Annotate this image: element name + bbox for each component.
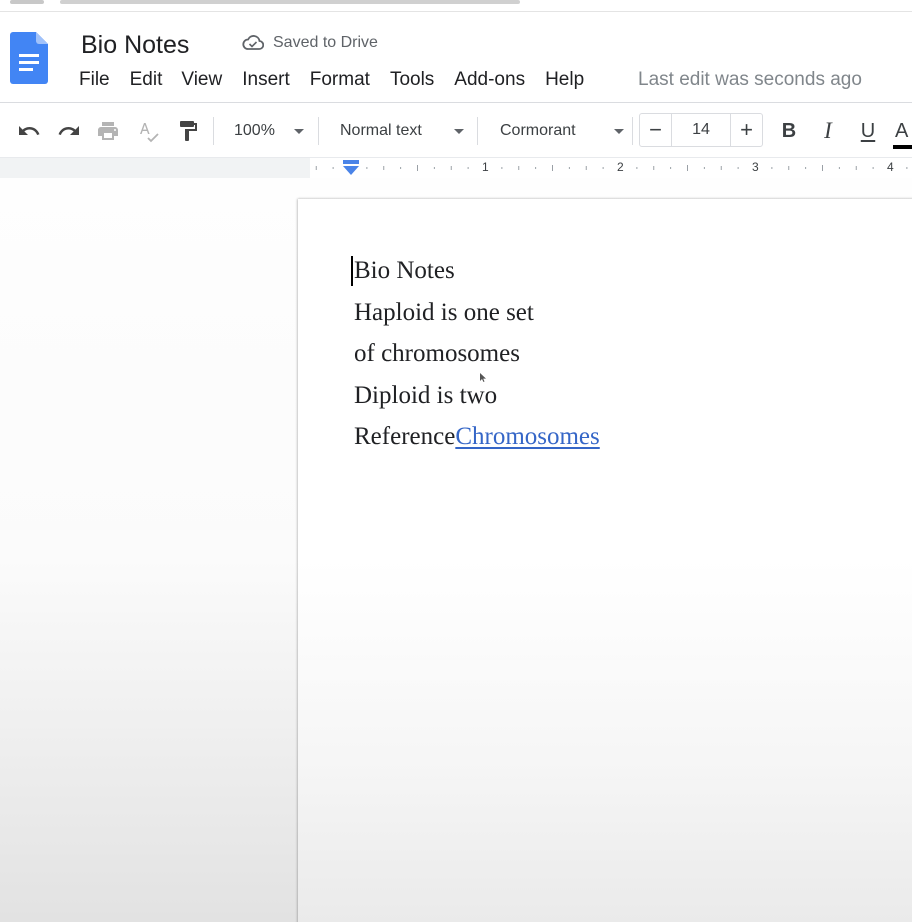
menu-file[interactable]: File	[79, 67, 110, 93]
menu-edit[interactable]: Edit	[130, 67, 163, 93]
horizontal-ruler: 1 2 3 4	[310, 158, 912, 178]
italic-icon: I	[824, 118, 832, 143]
decrease-font-size-button[interactable]: −	[640, 114, 672, 146]
save-status-label: Saved to Drive	[273, 34, 378, 51]
browser-nav-fragment	[10, 0, 44, 4]
menu-view[interactable]: View	[181, 67, 222, 93]
chevron-down-icon	[294, 129, 304, 134]
menu-tools[interactable]: Tools	[390, 67, 434, 93]
print-icon	[98, 122, 118, 140]
toolbar-divider	[477, 117, 478, 145]
cloud-icon	[242, 35, 264, 50]
menu-format[interactable]: Format	[310, 67, 370, 93]
ruler-mark-1: 1	[482, 160, 489, 174]
indent-marker-icon[interactable]	[342, 160, 360, 176]
ruler-mark-2: 2	[617, 160, 624, 174]
doc-line: Diploid is two	[354, 381, 498, 409]
toolbar-divider	[213, 117, 214, 145]
paint-format-button[interactable]	[174, 117, 202, 145]
text-color-button[interactable]: A	[892, 117, 912, 149]
toolbar-divider	[632, 117, 633, 145]
paint-format-icon	[180, 121, 197, 141]
document-body[interactable]: Bio Notes Haploid is one set of chromoso…	[354, 250, 600, 458]
text-color-icon: A	[892, 119, 912, 149]
doc-line: Haploid is one set	[354, 298, 534, 326]
formatting-toolbar: 100% Normal text Cormorant B I U A	[0, 102, 912, 158]
italic-button[interactable]: I	[815, 117, 841, 145]
bold-icon: B	[781, 119, 797, 142]
font-size-stepper: − 14 +	[639, 113, 763, 147]
font-size-input[interactable]: 14	[673, 114, 729, 146]
font-select[interactable]: Cormorant	[500, 117, 626, 145]
spellcheck-icon	[140, 123, 159, 143]
docs-header: Bio Notes Saved to Drive File Edit View …	[0, 12, 912, 102]
increase-font-size-button[interactable]: +	[730, 114, 762, 146]
document-title[interactable]: Bio Notes	[80, 27, 190, 63]
print-button[interactable]	[94, 117, 122, 145]
redo-button[interactable]	[55, 117, 83, 145]
paragraph-style-select[interactable]: Normal text	[340, 117, 466, 145]
redo-icon	[58, 126, 79, 135]
zoom-value: 100%	[234, 122, 275, 139]
chevron-down-icon	[454, 129, 464, 134]
undo-button[interactable]	[15, 117, 43, 145]
browser-address-strip	[0, 0, 912, 12]
underline-button[interactable]: U	[855, 117, 881, 145]
doc-line: of chromosomes	[354, 340, 520, 367]
underline-icon: U	[860, 119, 876, 142]
ruler-mark-3: 3	[752, 160, 759, 174]
doc-line-reference: ReferenceChromosomes	[354, 416, 600, 458]
paragraph-style-value: Normal text	[340, 122, 422, 139]
chevron-down-icon	[614, 129, 624, 134]
ruler-track: 1 2 3 4	[0, 158, 912, 178]
docs-logo-icon[interactable]	[10, 32, 48, 84]
ruler-ticks	[315, 165, 908, 171]
reference-prefix: Reference	[354, 423, 456, 450]
zoom-select[interactable]: 100%	[234, 117, 308, 145]
mouse-pointer-icon	[480, 373, 486, 382]
bold-button[interactable]: B	[776, 117, 802, 145]
browser-url-fragment	[60, 0, 520, 4]
ruler-mark-4: 4	[887, 160, 894, 174]
last-edit-link[interactable]: Last edit was seconds ago	[638, 67, 862, 93]
save-status[interactable]: Saved to Drive	[242, 32, 378, 54]
toolbar-divider	[318, 117, 319, 145]
menu-add-ons[interactable]: Add-ons	[454, 67, 525, 93]
spellcheck-button[interactable]	[134, 117, 162, 145]
chromosomes-link[interactable]: Chromosomes	[455, 423, 599, 450]
menu-help[interactable]: Help	[545, 67, 584, 93]
menu-insert[interactable]: Insert	[242, 67, 290, 93]
text-cursor	[351, 256, 353, 286]
font-value: Cormorant	[500, 122, 576, 139]
doc-line-title: Bio Notes	[354, 257, 455, 284]
undo-icon	[19, 126, 40, 135]
menu-bar: File Edit View Insert Format Tools Add-o…	[79, 67, 604, 93]
